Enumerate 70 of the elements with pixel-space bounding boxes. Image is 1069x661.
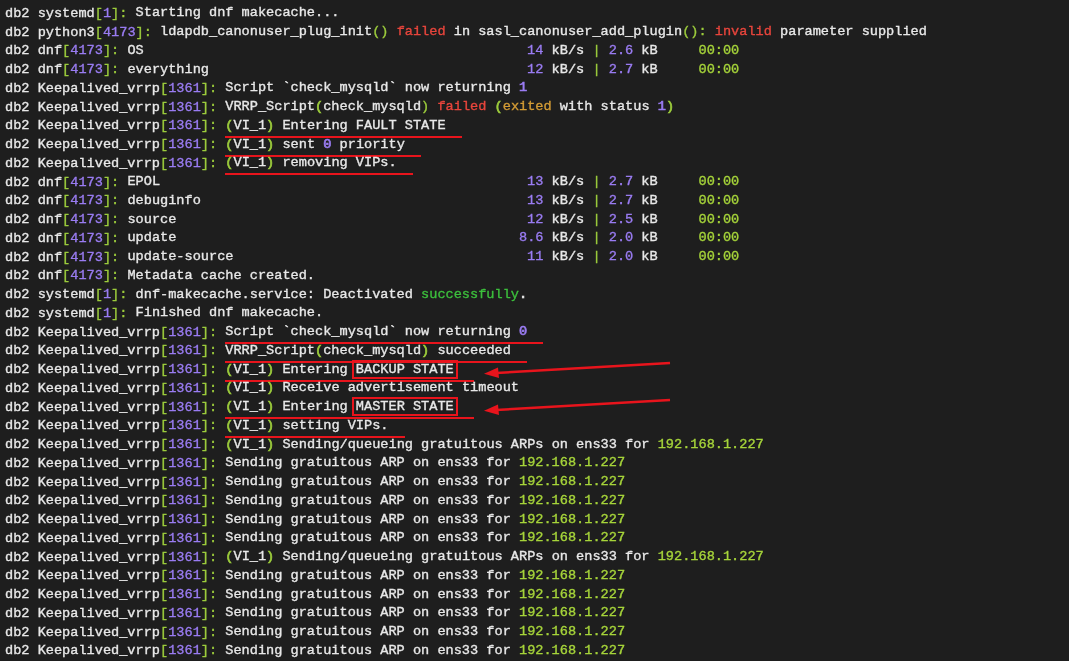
log-source: db2 Keepalived_vrrp[1361]: <box>5 155 218 171</box>
log-message: (VI_1) removing VIPs. <box>225 154 413 176</box>
log-message: Metadata cache created. <box>127 266 316 285</box>
log-source: db2 dnf[4173]: <box>5 174 120 190</box>
log-message: Sending gratuitous ARP on ens33 for 192.168.1.227 <box>225 510 626 529</box>
log-source: db2 Keepalived_vrrp[1361]: <box>5 587 218 603</box>
repo-stats: everything 12 kB/s | 2.7 kB 00:00 <box>127 60 740 79</box>
log-message: Sending gratuitous ARP on ens33 for 192.168.1.227 <box>225 454 626 473</box>
log-message: (VI_1) Entering BACKUP STATE <box>225 360 475 382</box>
log-message: (VI_1) sent 0 priority <box>225 135 422 157</box>
log-source: db2 systemd[1]: <box>5 305 128 321</box>
log-source: db2 Keepalived_vrrp[1361]: <box>5 643 218 659</box>
log-message: VRRP_Script(check_mysqld) succeeded <box>225 341 528 363</box>
log-source: db2 Keepalived_vrrp[1361]: <box>5 324 218 340</box>
log-message: dnf-makecache.service: Deactivated successfully. <box>135 285 528 304</box>
log-message: (VI_1) setting VIPs. <box>225 416 405 438</box>
log-source: db2 Keepalived_vrrp[1361]: <box>5 530 218 546</box>
log-source: db2 Keepalived_vrrp[1361]: <box>5 118 218 134</box>
log-message: Starting dnf makecache... <box>135 4 340 23</box>
log-message: Sending gratuitous ARP on ens33 for 192.168.1.227 <box>225 604 626 623</box>
repo-stats: OS 14 kB/s | 2.6 kB 00:00 <box>127 41 740 60</box>
log-message: Sending gratuitous ARP on ens33 for 192.168.1.227 <box>225 529 626 548</box>
log-source: db2 dnf[4173]: <box>5 249 120 265</box>
log-message: Sending gratuitous ARP on ens33 for 192.168.1.227 <box>225 623 626 642</box>
log-source: db2 Keepalived_vrrp[1361]: <box>5 437 218 453</box>
log-message: Sending gratuitous ARP on ens33 for 192.168.1.227 <box>225 566 626 585</box>
log-source: db2 dnf[4173]: <box>5 43 120 59</box>
log-source: db2 Keepalived_vrrp[1361]: <box>5 399 218 415</box>
log-source: db2 Keepalived_vrrp[1361]: <box>5 624 218 640</box>
log-message: Sending gratuitous ARP on ens33 for 192.168.1.227 <box>225 585 626 604</box>
repo-stats: EPOL 13 kB/s | 2.7 kB 00:00 <box>127 173 740 192</box>
log-source: db2 systemd[1]: <box>5 287 128 303</box>
log-message: Script `check_mysqld` now returning 0 <box>225 323 544 345</box>
repo-stats: update 8.6 kB/s | 2.0 kB 00:00 <box>127 229 740 248</box>
log-message: Sending gratuitous ARP on ens33 for 192.168.1.227 <box>225 491 626 510</box>
log-message: Finished dnf makecache. <box>135 304 324 323</box>
log-message: Sending gratuitous ARP on ens33 for 192.168.1.227 <box>225 641 626 660</box>
log-source: db2 Keepalived_vrrp[1361]: <box>5 455 218 471</box>
log-message: (VI_1) Entering FAULT STATE <box>225 116 462 138</box>
log-source: db2 dnf[4173]: <box>5 212 120 228</box>
log-message: ldapdb_canonuser_plug_init() failed in sasl_canonuser_add_plugin(): invalid parameter supplied <box>160 23 927 42</box>
log-source: db2 dnf[4173]: <box>5 230 120 246</box>
log-source: db2 Keepalived_vrrp[1361]: <box>5 605 218 621</box>
repo-stats: update-source 11 kB/s | 2.0 kB 00:00 <box>127 248 740 267</box>
log-source: db2 Keepalived_vrrp[1361]: <box>5 380 218 396</box>
log-source: db2 Keepalived_vrrp[1361]: <box>5 568 218 584</box>
log-source: db2 Keepalived_vrrp[1361]: <box>5 99 218 115</box>
log-message: (VI_1) Entering MASTER STATE <box>225 398 475 420</box>
log-source: db2 dnf[4173]: <box>5 62 120 78</box>
repo-stats: debuginfo 13 kB/s | 2.7 kB 00:00 <box>127 191 740 210</box>
log-source: db2 Keepalived_vrrp[1361]: <box>5 549 218 565</box>
log-source: db2 Keepalived_vrrp[1361]: <box>5 362 218 378</box>
log-source: db2 Keepalived_vrrp[1361]: <box>5 418 218 434</box>
log-message: Script `check_mysqld` now returning 1 <box>225 79 528 98</box>
log-source: db2 python3[4173]: <box>5 24 152 40</box>
log-source: db2 Keepalived_vrrp[1361]: <box>5 80 218 96</box>
log-message: (VI_1) Sending/queueing gratuitous ARPs on ens33 for 192.168.1.227 <box>225 435 764 454</box>
log-source: db2 Keepalived_vrrp[1361]: <box>5 474 218 490</box>
log-source: db2 Keepalived_vrrp[1361]: <box>5 137 218 153</box>
log-message: (VI_1) Receive advertisement timeout <box>225 379 519 398</box>
repo-stats: source 12 kB/s | 2.5 kB 00:00 <box>127 210 740 229</box>
log-source: db2 Keepalived_vrrp[1361]: <box>5 343 218 359</box>
log-message: VRRP_Script(check_mysqld) failed (exited with status 1) <box>225 98 675 117</box>
log-message: (VI_1) Sending/queueing gratuitous ARPs on ens33 for 192.168.1.227 <box>225 548 764 567</box>
log-source: db2 Keepalived_vrrp[1361]: <box>5 512 218 528</box>
log-source: db2 Keepalived_vrrp[1361]: <box>5 493 218 509</box>
log-message: Sending gratuitous ARP on ens33 for 192.168.1.227 <box>225 473 626 492</box>
log-source: db2 dnf[4173]: <box>5 193 120 209</box>
log-source: db2 dnf[4173]: <box>5 268 120 284</box>
log-source: db2 systemd[1]: <box>5 5 128 21</box>
